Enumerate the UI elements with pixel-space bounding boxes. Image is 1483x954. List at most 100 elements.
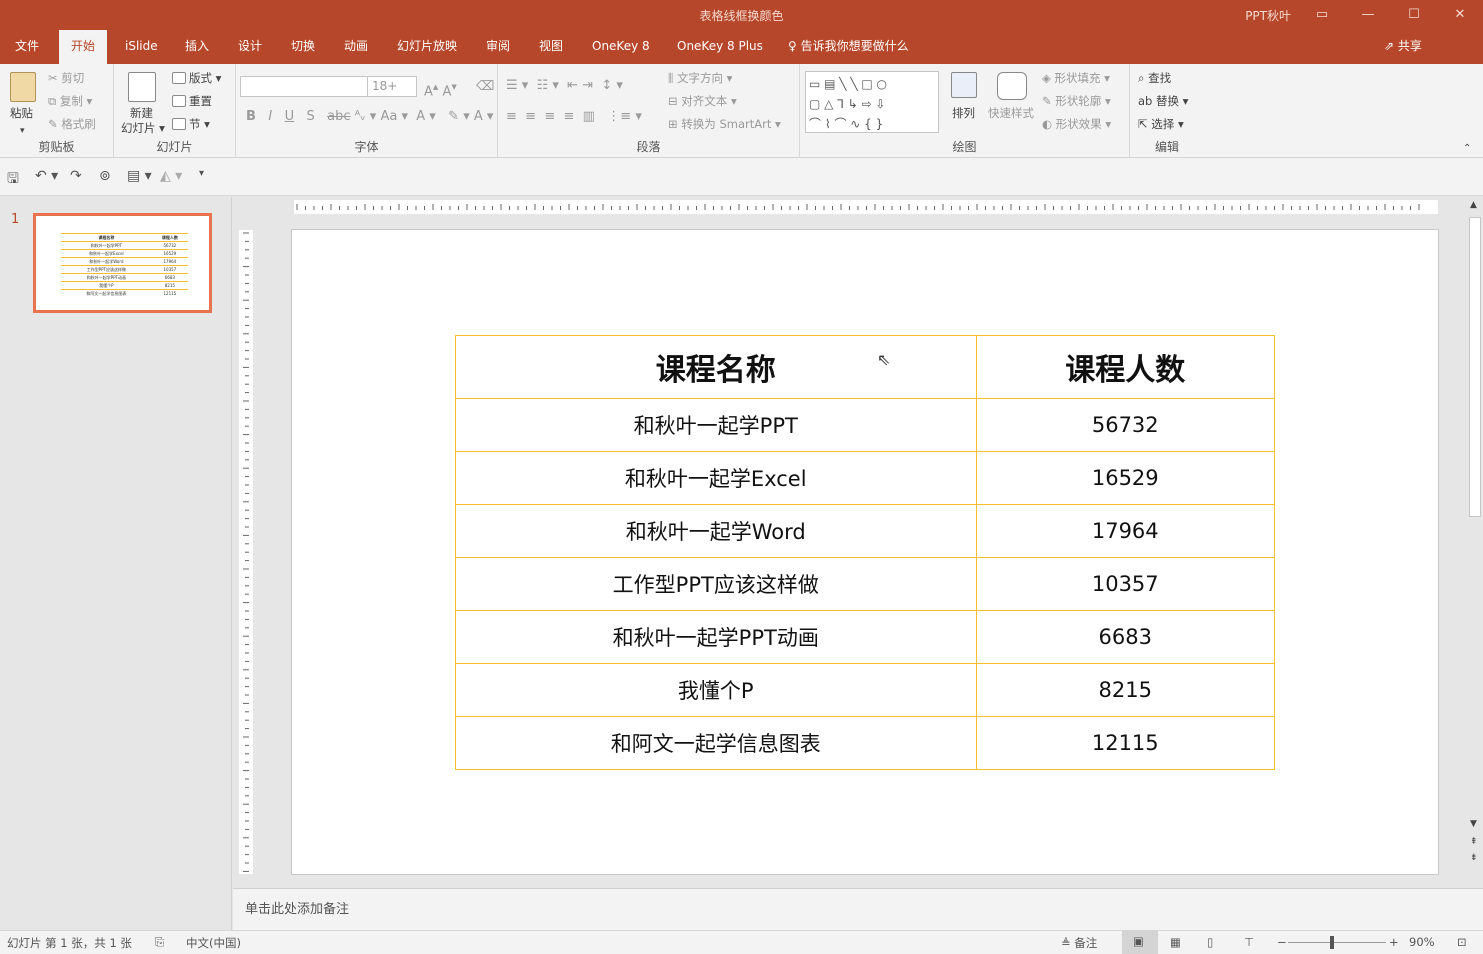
scroll-down-icon[interactable]: ▼ (1470, 819, 1477, 829)
bullets-icon[interactable]: ☰ ▾ ☷ ▾ ⇤ ⇥ ↕ ▾ (506, 77, 623, 95)
header-course-count[interactable]: 课程人数 (975, 335, 1275, 399)
clear-format-icon[interactable]: ⌫ (476, 78, 494, 96)
notes-pane[interactable]: 单击此处添加备注 (233, 888, 1483, 930)
font-size-select[interactable]: 18+ (367, 76, 417, 97)
table-cell[interactable]: 56732 (975, 398, 1275, 452)
table-cell[interactable]: 16529 (975, 451, 1275, 505)
next-slide-icon[interactable]: ⇟ (1470, 853, 1478, 863)
tell-me-box[interactable]: ♀ 告诉我你想要做什么 (788, 30, 909, 63)
scroll-up-icon[interactable]: ▲ (1470, 200, 1477, 210)
new-slide-icon[interactable] (128, 72, 156, 102)
shape-fill-button[interactable]: ◈ 形状填充 ▾ (1042, 69, 1110, 87)
tab-design[interactable]: 设计 (238, 30, 262, 64)
shape-outline-button[interactable]: ✎ 形状轮廓 ▾ (1042, 92, 1111, 110)
maximize-icon[interactable]: ☐ (1391, 0, 1437, 30)
redo-icon[interactable]: ↷ (70, 168, 82, 184)
table-cell[interactable]: 6683 (975, 610, 1275, 664)
normal-view-button[interactable]: ▣ (1122, 931, 1158, 954)
spellcheck-icon[interactable]: ⎘ (155, 935, 164, 950)
close-icon[interactable]: ✕ (1437, 0, 1483, 30)
shape-align-icon[interactable]: ◭ ▾ (160, 168, 182, 184)
share-button[interactable]: ⇗ 共享 (1384, 30, 1422, 62)
zoom-slider-thumb[interactable] (1330, 936, 1334, 949)
slide-sorter-icon[interactable]: ▦ (1170, 935, 1181, 949)
tab-islide[interactable]: iSlide (125, 30, 158, 64)
text-direction-button[interactable]: ⫼ 文字方向 ▾ (668, 69, 732, 87)
table-cell[interactable]: 17964 (975, 504, 1275, 558)
align-buttons[interactable]: ≡ ≡ ≡ ≡ ▥ ⋮≡ ▾ (506, 108, 642, 126)
header-course-name[interactable]: 课程名称 (455, 335, 977, 399)
slide-thumbnail[interactable]: 课程名称 课程人数 和秋叶一起学PPT 56732 和秋叶一起学Excel 16529… (33, 213, 212, 313)
table-cell[interactable]: 10357 (975, 557, 1275, 611)
reset-button[interactable]: 重置 (172, 92, 212, 110)
cut-button[interactable]: ✂ 剪切 (48, 69, 84, 87)
table-cell[interactable]: 8215 (975, 663, 1275, 717)
zoom-out-icon[interactable]: − (1277, 935, 1287, 949)
select-button[interactable]: ⇱ 选择 ▾ (1138, 115, 1184, 133)
table-cell[interactable]: 我懂个P (455, 663, 977, 717)
quick-styles-button[interactable]: 快速样式 (988, 104, 1034, 122)
user-name[interactable]: PPT秋叶 (1245, 7, 1291, 24)
table-cell[interactable]: 和秋叶一起学PPT动画 (455, 610, 977, 664)
smartart-button[interactable]: ⊞ 转换为 SmartArt ▾ (668, 115, 781, 133)
tab-animations[interactable]: 动画 (344, 30, 368, 64)
save-icon[interactable]: 🖫 (7, 168, 19, 192)
copy-button[interactable]: ⧉ 复制 ▾ (48, 92, 92, 110)
vertical-scrollbar[interactable]: ▲ ▼ ⇞ ⇟ (1467, 197, 1483, 870)
zoom-level[interactable]: 90% (1409, 935, 1435, 949)
scroll-thumb[interactable] (1469, 217, 1481, 517)
table-cell[interactable]: 和阿文一起学信息图表 (455, 716, 977, 770)
table-cell[interactable]: 工作型PPT应该这样做 (455, 557, 977, 611)
notes-toggle[interactable]: ≜ 备注 (1061, 935, 1097, 951)
tab-file[interactable]: 文件 (15, 30, 39, 64)
reading-view-icon[interactable]: ▯ (1207, 935, 1213, 949)
minimize-icon[interactable]: — (1345, 0, 1391, 30)
language-indicator[interactable]: 中文(中国) (186, 935, 241, 951)
course-table[interactable]: 课程名称 课程人数 和秋叶一起学PPT 56732 和秋叶一起学Excel 1652… (455, 335, 1275, 770)
tab-insert[interactable]: 插入 (185, 30, 209, 64)
notes-placeholder[interactable]: 单击此处添加备注 (245, 898, 349, 917)
quick-styles-icon[interactable] (997, 72, 1027, 100)
collapse-ribbon-icon[interactable]: ⌃ (1463, 140, 1471, 158)
section-button[interactable]: 节 ▾ (172, 115, 210, 133)
table-cell[interactable]: 12115 (975, 716, 1275, 770)
shape-icons[interactable]: ▭ ▤ ╲ ╲ □ ○ ▢ △ ⅂ ↳ ⇨ ⇩ ⌒ ⌇ ⌒ ∿ { } (809, 74, 887, 134)
from-beginning-icon[interactable]: ⊚ (99, 168, 111, 184)
shapes-gallery[interactable]: ▭ ▤ ╲ ╲ □ ○ ▢ △ ⅂ ↳ ⇨ ⇩ ⌒ ⌇ ⌒ ∿ { } (805, 71, 939, 133)
ribbon-display-icon[interactable]: ▭ (1299, 0, 1345, 30)
tab-slideshow[interactable]: 幻灯片放映 (397, 30, 457, 64)
new-slide-dropdown[interactable]: 幻灯片 ▾ (121, 119, 165, 137)
table-cell[interactable]: 和秋叶一起学Excel (455, 451, 977, 505)
tab-onekey8[interactable]: OneKey 8 (592, 30, 650, 64)
table-cell[interactable]: 和秋叶一起学Word (455, 504, 977, 558)
arrange-button[interactable]: 排列 (952, 104, 975, 122)
format-copy-icon[interactable]: ▤ ▾ (127, 168, 152, 184)
arrange-icon[interactable] (951, 72, 977, 98)
slideshow-icon[interactable]: ⊤ (1244, 935, 1254, 949)
replace-button[interactable]: ab 替换 ▾ (1138, 92, 1188, 110)
paste-icon[interactable] (10, 72, 36, 102)
font-name-select[interactable] (240, 76, 368, 97)
font-style-buttons[interactable]: B I U S abc ᴬᵥ ▾ Aa ▾ A ▾ ✎ ▾ A ▾ (246, 108, 493, 126)
undo-icon[interactable]: ↶ ▾ (35, 168, 58, 184)
zoom-in-icon[interactable]: + (1389, 935, 1399, 949)
grow-font-icon[interactable]: A▴ A▾ (424, 78, 457, 101)
zoom-slider[interactable] (1288, 942, 1386, 943)
tab-onekey8plus[interactable]: OneKey 8 Plus (677, 30, 763, 64)
tab-home[interactable]: 开始 (59, 30, 108, 64)
find-button[interactable]: ⌕ 查找 (1138, 69, 1171, 87)
tab-view[interactable]: 视图 (539, 30, 563, 64)
paste-button[interactable]: 粘贴 (10, 104, 33, 122)
fit-to-window-icon[interactable]: ⊡ (1457, 935, 1467, 949)
table-header-row: 课程名称 课程人数 (455, 335, 1275, 399)
shape-effects-button[interactable]: ◐ 形状效果 ▾ (1042, 115, 1111, 133)
table-cell[interactable]: 和秋叶一起学PPT (455, 398, 977, 452)
share-icon: ⇗ (1384, 39, 1398, 53)
previous-slide-icon[interactable]: ⇞ (1470, 837, 1478, 847)
tab-review[interactable]: 审阅 (486, 30, 510, 64)
layout-button[interactable]: 版式 ▾ (172, 69, 221, 87)
customize-qat-icon[interactable]: ▾ (199, 168, 204, 179)
tab-transitions[interactable]: 切换 (291, 30, 315, 64)
format-painter-button[interactable]: ✎ 格式刷 (48, 115, 96, 133)
align-text-button[interactable]: ⊟ 对齐文本 ▾ (668, 92, 737, 110)
